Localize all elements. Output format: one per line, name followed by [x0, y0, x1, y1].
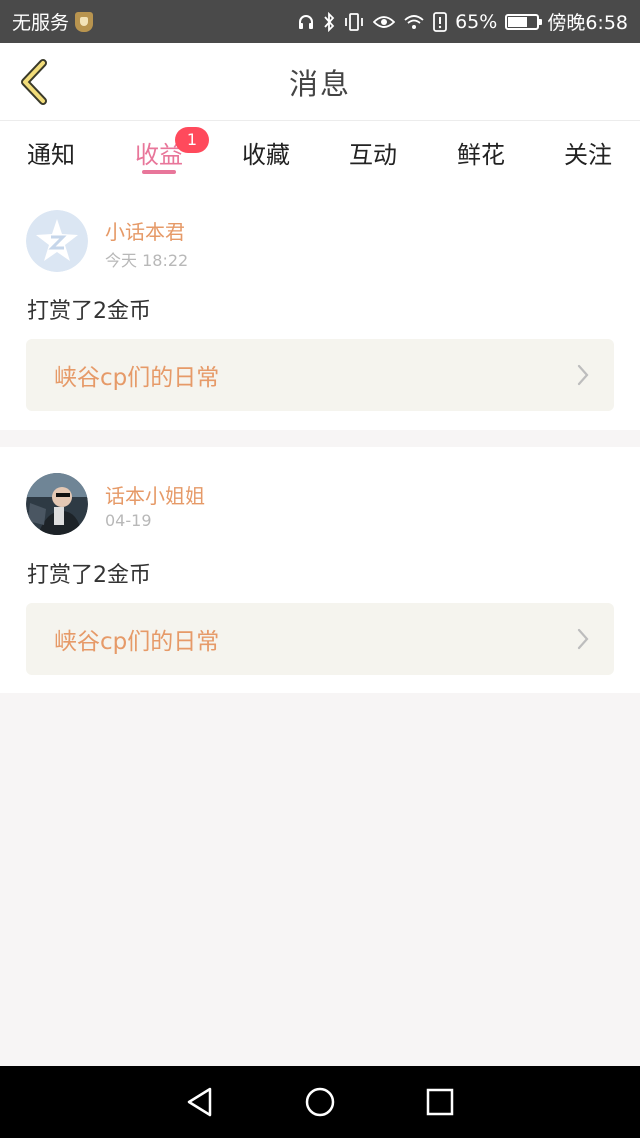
- username[interactable]: 话本小姐姐: [105, 480, 205, 509]
- app-header: 消息: [0, 43, 640, 121]
- chevron-right-icon: [577, 628, 589, 650]
- tab-notify[interactable]: 通知: [4, 121, 98, 183]
- tab-label: 收藏: [242, 140, 290, 169]
- avatar[interactable]: [26, 473, 88, 535]
- back-button[interactable]: [14, 57, 54, 107]
- system-nav-bar: [0, 1066, 640, 1138]
- story-link[interactable]: 峡谷cp们的日常: [26, 339, 614, 411]
- tab-label-wrap: 收益 1: [135, 126, 209, 170]
- nav-home-button[interactable]: [300, 1082, 340, 1122]
- tab-favorites[interactable]: 收藏: [219, 121, 313, 183]
- status-bar: 无服务 65% 傍晚6:58: [0, 0, 640, 43]
- tab-interaction[interactable]: 互动: [326, 121, 420, 183]
- message-text: 打赏了2金币: [27, 563, 151, 588]
- carrier-text: 无服务: [12, 12, 70, 34]
- tab-label: 关注: [564, 140, 612, 169]
- alert-sim-icon: [433, 11, 447, 32]
- triangle-back-icon: [187, 1087, 212, 1117]
- nav-back-button[interactable]: [180, 1082, 220, 1122]
- active-tab-indicator: [142, 170, 176, 174]
- list-item: 小话本君 今天 18:22 打赏了2金币 峡谷cp们的日常: [0, 183, 640, 430]
- list-item: 话本小姐姐 04-19 打赏了2金币 峡谷cp们的日常: [0, 447, 640, 693]
- story-link-title: 峡谷cp们的日常: [54, 629, 220, 655]
- back-arrow-icon: [21, 59, 47, 105]
- timestamp: 今天 18:22: [105, 251, 189, 270]
- avatar[interactable]: [26, 210, 88, 272]
- story-link[interactable]: 峡谷cp们的日常: [26, 603, 614, 675]
- vibrate-icon: [345, 12, 363, 31]
- security-shield-icon: [75, 11, 94, 32]
- eye-icon: [373, 15, 396, 28]
- tab-label: 鲜花: [457, 140, 505, 169]
- wifi-icon: [404, 14, 424, 29]
- user-photo-icon: [26, 473, 88, 535]
- clock: 傍晚6:58: [547, 12, 628, 34]
- timestamp: 04-19: [105, 511, 152, 530]
- tab-label: 通知: [27, 140, 75, 169]
- tab-earnings[interactable]: 收益 1: [112, 121, 209, 183]
- unread-badge: 1: [175, 126, 209, 153]
- tab-label: 互动: [349, 140, 397, 169]
- tab-flowers[interactable]: 鲜花: [434, 121, 528, 183]
- chevron-right-icon: [577, 364, 589, 386]
- nav-recents-button[interactable]: [420, 1082, 460, 1122]
- username[interactable]: 小话本君: [105, 216, 185, 245]
- headphones-icon: [299, 14, 314, 29]
- message-text: 打赏了2金币: [27, 299, 151, 324]
- battery-icon: [505, 13, 543, 30]
- story-link-title: 峡谷cp们的日常: [54, 365, 220, 391]
- square-recents-icon: [426, 1088, 454, 1116]
- default-avatar-icon: [26, 210, 88, 272]
- tab-follow[interactable]: 关注: [541, 121, 635, 183]
- circle-home-icon: [305, 1087, 335, 1117]
- tab-bar: 通知 收益 1 收藏 互动 鲜花 关注: [0, 121, 640, 183]
- bluetooth-icon: [324, 11, 335, 32]
- page-title: 消息: [288, 66, 351, 101]
- battery-percent: 65%: [455, 10, 498, 33]
